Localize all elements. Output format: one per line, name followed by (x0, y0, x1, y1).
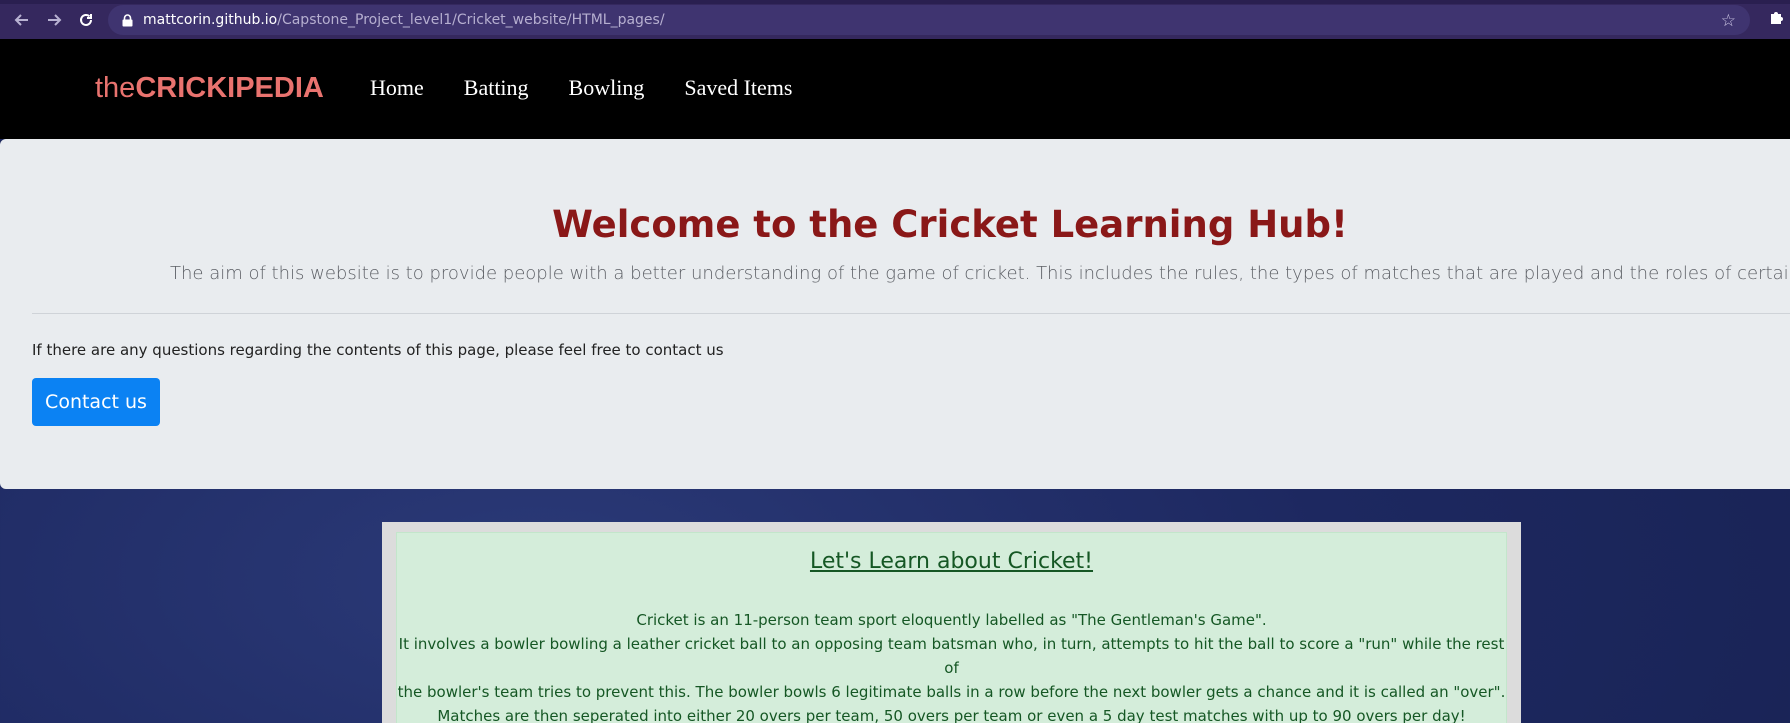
card-line: Matches are then seperated into either 2… (437, 707, 1466, 723)
nav-link-saved-items[interactable]: Saved Items (684, 75, 792, 101)
address-bar[interactable]: mattcorin.github.io/Capstone_Project_lev… (108, 5, 1750, 35)
jumbotron: Welcome to the Cricket Learning Hub! The… (0, 139, 1790, 489)
page-title: Welcome to the Cricket Learning Hub! (552, 203, 1348, 246)
brand-logo[interactable]: theCRICKIPEDIA (95, 72, 324, 105)
url-path: /Capstone_Project_level1/Cricket_website… (277, 12, 665, 28)
tab-strip-edge (0, 0, 1790, 4)
contact-us-button[interactable]: Contact us (32, 378, 160, 426)
nav-menu: Home Batting Bowling Saved Items (370, 75, 793, 101)
nav-link-batting[interactable]: Batting (464, 75, 529, 101)
site-navbar: theCRICKIPEDIA Home Batting Bowling Save… (0, 39, 1790, 139)
browser-toolbar: mattcorin.github.io/Capstone_Project_lev… (0, 0, 1790, 39)
lead-text: The aim of this website is to provide pe… (170, 263, 1790, 284)
star-icon[interactable]: ☆ (1721, 11, 1736, 31)
lock-icon[interactable] (120, 13, 134, 27)
contact-prompt: If there are any questions regarding the… (32, 341, 724, 359)
info-card: Let's Learn about Cricket! Cricket is an… (396, 532, 1507, 723)
puzzle-icon[interactable] (1768, 9, 1784, 30)
arrow-right-icon[interactable] (38, 4, 70, 36)
brand-name: CRICKIPEDIA (135, 72, 324, 104)
nav-link-bowling[interactable]: Bowling (569, 75, 645, 101)
url-host: mattcorin.github.io (143, 12, 278, 28)
brand-prefix: the (95, 72, 136, 104)
card-title: Let's Learn about Cricket! (809, 549, 1094, 574)
url-text: mattcorin.github.io/Capstone_Project_lev… (143, 12, 665, 28)
divider (32, 313, 1790, 314)
card-body: Cricket is an 11-person team sport eloqu… (397, 608, 1506, 723)
card-line: the bowler's team tries to prevent this.… (397, 683, 1506, 701)
card-line: It involves a bowler bowling a leather c… (398, 635, 1505, 677)
arrow-left-icon[interactable] (6, 4, 38, 36)
reload-icon[interactable] (70, 4, 102, 36)
nav-link-home[interactable]: Home (370, 75, 424, 101)
card-line: Cricket is an 11-person team sport eloqu… (636, 611, 1267, 629)
info-card-wrapper: Let's Learn about Cricket! Cricket is an… (382, 522, 1521, 723)
